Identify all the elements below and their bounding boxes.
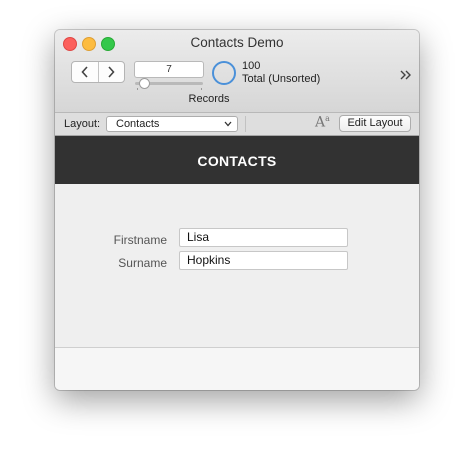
chevron-down-icon [224, 121, 232, 127]
layout-body: Firstname Lisa Surname Hopkins [55, 184, 419, 347]
record-pie-icon[interactable] [212, 61, 236, 85]
app-window: Contacts Demo 7 Records 100 Total (Unsor… [55, 30, 419, 390]
layout-select[interactable]: Contacts [106, 116, 238, 132]
toolbar: Contacts Demo 7 Records 100 Total (Unsor… [55, 30, 419, 113]
total-record-count: 100 [242, 60, 261, 72]
record-nav-group [71, 61, 125, 83]
layout-bar-divider [245, 116, 246, 132]
total-sort-status: Total (Unsorted) [242, 73, 321, 85]
chevron-left-icon [81, 66, 88, 78]
layout-header-title: CONTACTS [197, 153, 277, 169]
layout-header: CONTACTS [55, 136, 419, 184]
chevron-right-icon [108, 66, 115, 78]
toolbar-overflow-button[interactable] [400, 67, 412, 85]
layout-select-value: Contacts [116, 118, 160, 130]
firstname-field[interactable]: Lisa [179, 228, 348, 247]
double-chevron-right-icon [400, 70, 411, 80]
surname-label: Surname [118, 256, 167, 270]
font-icon-sup: a [325, 114, 330, 123]
layout-footer [55, 347, 419, 390]
records-label: Records [188, 93, 230, 105]
layout-bar: Layout: Contacts Aa Edit Layout [55, 113, 419, 136]
slider-tick [201, 88, 202, 90]
current-record-input[interactable]: 7 [134, 61, 204, 78]
surname-field[interactable]: Hopkins [179, 251, 348, 270]
font-icon-main: A [315, 114, 326, 131]
previous-record-button[interactable] [72, 62, 98, 82]
layout-label: Layout: [64, 118, 101, 130]
window-title: Contacts Demo [190, 35, 284, 50]
next-record-button[interactable] [97, 62, 125, 82]
firstname-label: Firstname [113, 233, 167, 247]
slider-tick [137, 88, 138, 90]
font-size-icon[interactable]: Aa [315, 114, 330, 131]
record-slider-knob[interactable] [138, 78, 150, 89]
edit-layout-button[interactable]: Edit Layout [339, 115, 411, 132]
